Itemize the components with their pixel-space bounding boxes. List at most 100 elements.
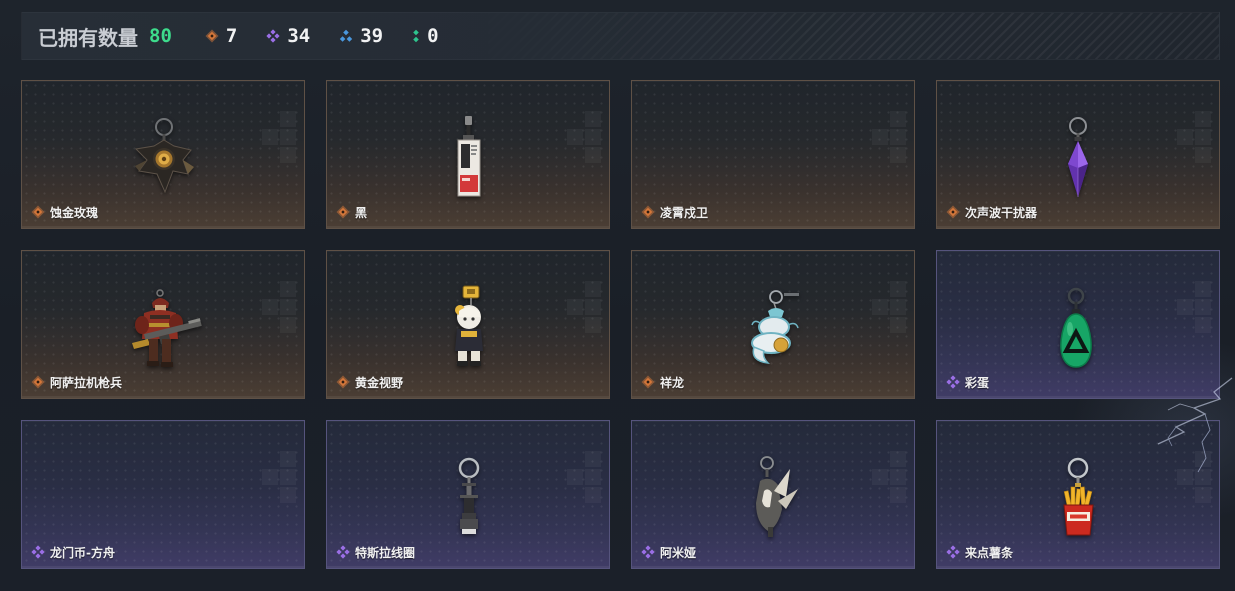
orange-rarity-icon	[946, 205, 960, 219]
deco-square	[280, 469, 296, 485]
deco-square	[890, 147, 906, 163]
deco-square	[890, 111, 906, 127]
green-rarity-icon	[412, 29, 420, 43]
purple-rarity-icon	[336, 545, 350, 559]
deco-square	[890, 299, 906, 315]
deco-square	[1195, 299, 1211, 315]
charm-card[interactable]: 特斯拉线圈	[326, 420, 610, 569]
owned-count-value: 80	[149, 25, 172, 47]
deco-square	[262, 129, 278, 145]
golden-figure-charm-icon	[419, 281, 519, 371]
deco-square	[890, 451, 906, 467]
deco-square	[585, 129, 601, 145]
deco-square	[1177, 129, 1193, 145]
charm-label: 阿米娅	[641, 544, 696, 560]
rarity-count-purple: 34	[266, 25, 310, 47]
deco-square	[1195, 469, 1211, 485]
deco-square	[585, 487, 601, 503]
charm-name: 阿萨拉机枪兵	[50, 375, 123, 390]
rabbit-hood-charm-icon	[724, 451, 824, 541]
charm-label: 凌霄戍卫	[641, 204, 708, 220]
charm-name: 凌霄戍卫	[660, 205, 709, 220]
dragon-charm-icon	[724, 281, 824, 371]
charm-name: 龙门币-方舟	[50, 545, 115, 560]
charm-card[interactable]: 龙门币-方舟	[21, 420, 305, 569]
deco-square	[280, 487, 296, 503]
deco-square	[1177, 299, 1193, 315]
charm-card[interactable]: 黄金视野	[326, 250, 610, 399]
tesla-coil-charm-icon	[419, 451, 519, 541]
rarity-count-orange: 7	[205, 25, 237, 47]
charm-name: 来点薯条	[965, 545, 1014, 560]
orange-rarity-icon	[641, 205, 655, 219]
charm-card[interactable]: 凌霄戍卫	[631, 80, 915, 229]
deco-square	[280, 317, 296, 333]
fries-charm-icon	[1029, 451, 1129, 541]
deco-square	[280, 111, 296, 127]
orange-rarity-icon	[336, 205, 350, 219]
charm-name: 祥龙	[660, 375, 685, 390]
purple-rarity-icon	[946, 545, 960, 559]
charm-card[interactable]: 次声波干扰器	[936, 80, 1220, 229]
deco-square	[1195, 147, 1211, 163]
deco-square	[1195, 317, 1211, 333]
charm-name: 彩蛋	[965, 375, 990, 390]
charm-label: 阿萨拉机枪兵	[31, 374, 122, 390]
charm-label: 祥龙	[641, 374, 684, 390]
deco-square	[1195, 487, 1211, 503]
charm-label: 特斯拉线圈	[336, 544, 415, 560]
blue-rarity-icon	[339, 29, 353, 43]
deco-square	[280, 129, 296, 145]
deco-square	[585, 451, 601, 467]
rarity-count-value: 39	[360, 25, 384, 47]
deco-square	[585, 111, 601, 127]
purple-rarity-icon	[31, 545, 45, 559]
charm-label: 彩蛋	[946, 374, 989, 390]
deco-square	[1195, 111, 1211, 127]
purple-rarity-icon	[946, 375, 960, 389]
deco-square	[1177, 469, 1193, 485]
deco-square	[280, 299, 296, 315]
deco-square	[872, 299, 888, 315]
rarity-count-blue: 39	[339, 25, 383, 47]
orange-rarity-icon	[31, 375, 45, 389]
charm-card[interactable]: 彩蛋	[936, 250, 1220, 399]
deco-square	[262, 469, 278, 485]
charm-card[interactable]: 来点薯条	[936, 420, 1220, 569]
deco-square	[262, 299, 278, 315]
owned-summary: 已拥有数量 80 7 34 39 0	[38, 13, 439, 59]
charm-card[interactable]: 阿萨拉机枪兵	[21, 250, 305, 399]
charm-card[interactable]: 蚀金玫瑰	[21, 80, 305, 229]
charm-name: 黄金视野	[355, 375, 404, 390]
deco-square	[890, 317, 906, 333]
owned-count-label: 已拥有数量	[38, 25, 138, 50]
rarity-count-green: 0	[412, 25, 439, 47]
charm-card[interactable]: 阿米娅	[631, 420, 915, 569]
deco-square	[585, 299, 601, 315]
charm-name: 黑	[355, 205, 368, 220]
deco-square	[585, 281, 601, 297]
charm-label: 黄金视野	[336, 374, 403, 390]
rarity-count-value: 34	[287, 25, 311, 47]
collection-header: 已拥有数量 80 7 34 39 0	[21, 12, 1220, 60]
charm-name: 特斯拉线圈	[355, 545, 416, 560]
charm-card[interactable]: 黑	[326, 80, 610, 229]
deco-square	[890, 487, 906, 503]
deco-square	[890, 129, 906, 145]
charm-card[interactable]: 祥龙	[631, 250, 915, 399]
green-egg-charm-icon	[1029, 281, 1129, 371]
gilded-rose-charm-icon	[114, 111, 214, 201]
purple-rarity-icon	[266, 29, 280, 43]
charm-name: 阿米娅	[660, 545, 697, 560]
deco-square	[890, 281, 906, 297]
deco-square	[890, 469, 906, 485]
deco-square	[585, 469, 601, 485]
black-tag-charm-icon	[419, 111, 519, 201]
deco-square	[872, 469, 888, 485]
charm-name: 蚀金玫瑰	[50, 205, 99, 220]
deco-square	[585, 317, 601, 333]
charm-label: 来点薯条	[946, 544, 1013, 560]
charm-label: 次声波干扰器	[946, 204, 1037, 220]
deco-square	[1195, 281, 1211, 297]
deco-square	[280, 147, 296, 163]
